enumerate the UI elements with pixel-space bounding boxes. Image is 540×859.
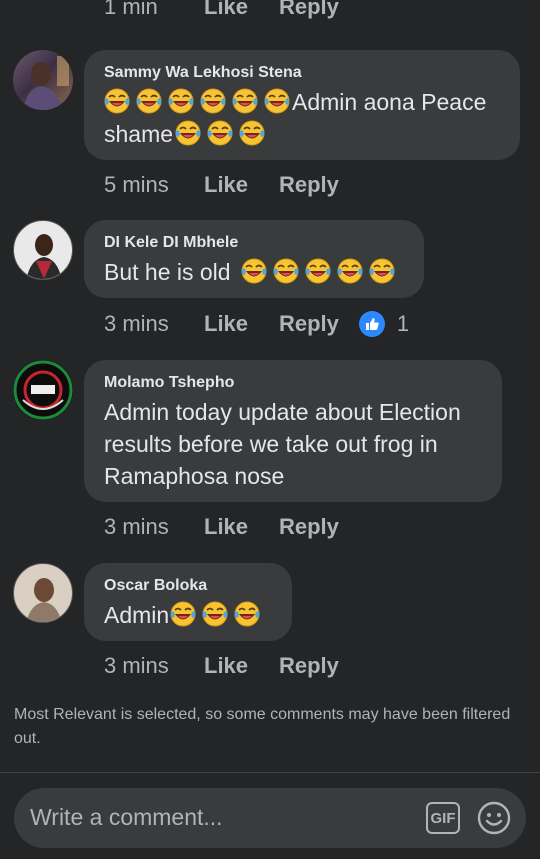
comment-text-line: results before we take out frog in — [104, 431, 438, 457]
filter-note: Most Relevant is selected, so some comme… — [14, 706, 511, 747]
smiley-icon[interactable] — [476, 800, 512, 836]
laughing-emoji-icon — [369, 258, 395, 284]
comment-actions: 3 mins Like Reply 1 — [104, 311, 409, 337]
avatar-photo-icon — [26, 578, 62, 622]
reply-button[interactable]: Reply — [279, 172, 339, 198]
laughing-emoji-icon — [241, 258, 267, 284]
comment-text-line: Ramaphosa nose — [104, 463, 285, 489]
reply-button[interactable]: Reply — [279, 653, 339, 679]
laughing-emoji-icon — [273, 258, 299, 284]
comment-time: 3 mins — [104, 311, 169, 336]
laughing-emoji-icon — [239, 120, 265, 146]
reaction-summary[interactable]: 1 — [358, 311, 410, 337]
comment-author[interactable]: Molamo Tshepho — [104, 374, 482, 392]
comment-time: 3 mins — [104, 653, 169, 678]
comment-bubble[interactable]: Oscar Boloka Admin — [84, 563, 292, 641]
laughing-emoji-icon — [104, 88, 130, 114]
comment-text-part: shame — [104, 121, 174, 147]
security-logo-icon — [13, 360, 73, 420]
avatar-photo-icon — [23, 56, 69, 110]
reply-button[interactable]: Reply — [279, 311, 339, 337]
comment-text: Admin — [104, 599, 272, 631]
laughing-emoji-icon — [305, 258, 331, 284]
laughing-emoji-icon — [170, 601, 196, 627]
laughing-emoji-icon — [200, 88, 226, 114]
comment-time: 3 mins — [104, 514, 169, 539]
comment-composer[interactable]: Write a comment... GIF — [14, 788, 526, 848]
like-button[interactable]: Like — [204, 0, 279, 20]
laughing-emoji-icon — [175, 120, 201, 146]
avatar[interactable] — [13, 360, 73, 420]
like-button[interactable]: Like — [204, 172, 279, 198]
gif-icon[interactable]: GIF — [426, 802, 460, 834]
like-button[interactable]: Like — [204, 311, 279, 337]
laughing-emoji-icon — [202, 601, 228, 627]
avatar-photo-icon — [26, 234, 62, 279]
comment-bubble[interactable]: DI Kele DI Mbhele But he is old — [84, 220, 424, 298]
comment-text-part: Admin aona Peace — [292, 89, 487, 115]
reply-button[interactable]: Reply — [279, 514, 339, 540]
laughing-emoji-icon — [264, 88, 290, 114]
avatar[interactable] — [13, 50, 73, 110]
comment-text-part: But he is old — [104, 259, 231, 285]
comment-time: 1 min — [104, 0, 158, 19]
thumbs-up-icon — [358, 311, 385, 337]
comment-text-part: Admin — [104, 602, 170, 628]
laughing-emoji-icon — [232, 88, 258, 114]
comment-actions: 5 mins Like Reply — [104, 172, 339, 198]
like-button[interactable]: Like — [204, 514, 279, 540]
reply-button[interactable]: Reply — [279, 0, 339, 20]
laughing-emoji-icon — [168, 88, 194, 114]
like-button[interactable]: Like — [204, 653, 279, 679]
comment-bubble[interactable]: Sammy Wa Lekhosi Stena Admin aona Peace … — [84, 50, 520, 160]
comment-bubble[interactable]: Molamo Tshepho Admin today update about … — [84, 360, 502, 502]
comment-author[interactable]: DI Kele DI Mbhele — [104, 234, 404, 252]
comment-author[interactable]: Sammy Wa Lekhosi Stena — [104, 64, 500, 82]
comment-text-line: Admin today update about Election — [104, 399, 461, 425]
laughing-emoji-icon — [337, 258, 363, 284]
comment-actions: 3 mins Like Reply — [104, 514, 339, 540]
divider — [0, 772, 540, 773]
reaction-count: 1 — [396, 311, 410, 336]
comment-author[interactable]: Oscar Boloka — [104, 577, 272, 595]
laughing-emoji-icon — [234, 601, 260, 627]
top-comment-actions: 1 min Like Reply — [104, 0, 339, 20]
laughing-emoji-icon — [207, 120, 233, 146]
comment-text: Admin aona Peace shame — [104, 86, 500, 150]
comment-actions: 3 mins Like Reply — [104, 653, 339, 679]
comment-text: But he is old — [104, 256, 404, 288]
avatar[interactable] — [13, 220, 73, 280]
comment-input[interactable]: Write a comment... — [30, 804, 223, 831]
comment-time: 5 mins — [104, 172, 169, 197]
laughing-emoji-icon — [136, 88, 162, 114]
comment-text: Admin today update about Election result… — [104, 396, 482, 492]
avatar[interactable] — [13, 563, 73, 623]
